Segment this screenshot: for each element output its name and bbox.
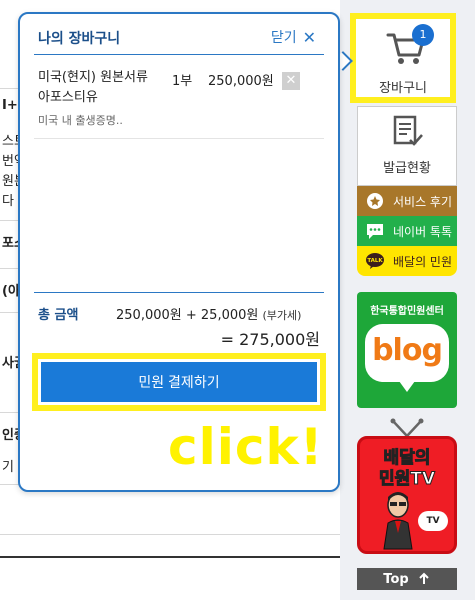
blog-logo-text: blog bbox=[372, 333, 443, 368]
kakao-badge-text: TALK bbox=[367, 258, 383, 264]
chat-icon bbox=[367, 224, 383, 239]
cart-button[interactable]: 1 장바구니 bbox=[350, 13, 456, 103]
total-label: 총 금액 bbox=[38, 308, 79, 323]
close-icon: ✕ bbox=[302, 27, 316, 47]
panel-divider bbox=[34, 292, 324, 293]
issue-status-button[interactable]: 발급현황 bbox=[357, 106, 457, 186]
tv-title-line2: 민원TV bbox=[378, 469, 436, 490]
grand-total: = 275,000원 bbox=[221, 326, 320, 350]
kakao-talk-button[interactable]: TALK 배달의 민원 bbox=[357, 246, 457, 276]
screen: I+( 스트 번역 원본 다 포스 (아 사권 인증 기 1 장바구니 발급현황… bbox=[0, 0, 475, 600]
vat-note: (부가세) bbox=[262, 309, 302, 322]
cart-panel-title: 나의 장바구니 bbox=[38, 31, 121, 47]
pay-button[interactable]: 민원 결제하기 bbox=[41, 362, 317, 402]
cart-item-qty: 1부 bbox=[172, 74, 193, 89]
naver-talk-button[interactable]: 네이버 톡톡 bbox=[357, 216, 457, 246]
cart-item-price: 250,000원 bbox=[208, 74, 274, 89]
close-label: 닫기 bbox=[270, 30, 297, 46]
cart-item-desc: 미국 내 출생증명.. bbox=[38, 114, 123, 127]
click-annotation: click! bbox=[168, 418, 324, 476]
item-divider bbox=[34, 138, 324, 139]
badge-icon bbox=[367, 193, 383, 209]
blog-bubble: blog bbox=[365, 324, 449, 392]
scroll-top-button[interactable]: Top bbox=[357, 568, 457, 590]
tv-body: 배달의 민원TV TV bbox=[357, 436, 457, 554]
kakao-talk-label: 배달의 민원 bbox=[393, 254, 453, 269]
pay-button-highlight: 민원 결제하기 bbox=[32, 353, 326, 411]
close-icon: ✕ bbox=[285, 73, 297, 88]
divider bbox=[0, 534, 340, 535]
bg-text: 기 bbox=[2, 460, 14, 475]
tv-antenna-icon bbox=[390, 418, 424, 437]
naver-talk-label: 네이버 톡톡 bbox=[393, 224, 453, 239]
issue-status-label: 발급현황 bbox=[383, 161, 431, 176]
subtotal-value: 250,000원 bbox=[116, 308, 182, 323]
remove-item-button[interactable]: ✕ bbox=[282, 72, 300, 90]
blog-banner[interactable]: 한국통합민원센터 blog bbox=[357, 292, 457, 408]
service-review-label: 서비스 후기 bbox=[393, 194, 453, 209]
tv-speech-bubble: TV bbox=[418, 511, 448, 531]
close-button[interactable]: 닫기 ✕ bbox=[271, 27, 316, 47]
cart-panel: 나의 장바구니 닫기 ✕ 미국(현지) 원본서류 아포스티유 1부 250,00… bbox=[18, 12, 340, 492]
cart-count-badge: 1 bbox=[412, 24, 434, 46]
plus-sign: + bbox=[185, 308, 197, 323]
cart-label: 장바구니 bbox=[379, 81, 427, 96]
blog-banner-title: 한국통합민원센터 bbox=[370, 306, 444, 317]
scroll-top-label: Top bbox=[383, 571, 409, 587]
divider bbox=[0, 556, 340, 558]
cart-item-name: 미국(현지) 원본서류 아포스티유 bbox=[38, 70, 148, 105]
document-check-icon bbox=[393, 115, 423, 146]
bg-text: 다 bbox=[2, 194, 14, 209]
grand-total-value: 275,000원 bbox=[239, 330, 320, 349]
youtube-tv-banner[interactable]: 배달의 민원TV TV bbox=[357, 418, 457, 554]
panel-divider bbox=[34, 54, 324, 55]
presenter-illustration-icon bbox=[383, 492, 413, 550]
fee-value: 25,000원 bbox=[200, 308, 259, 323]
arrow-up-icon bbox=[418, 572, 429, 584]
equals-sign: = bbox=[220, 330, 235, 349]
kakao-talk-icon: TALK bbox=[366, 253, 384, 269]
total-breakdown: 250,000원 + 25,000원 (부가세) bbox=[116, 304, 301, 323]
service-review-button[interactable]: 서비스 후기 bbox=[357, 186, 457, 216]
